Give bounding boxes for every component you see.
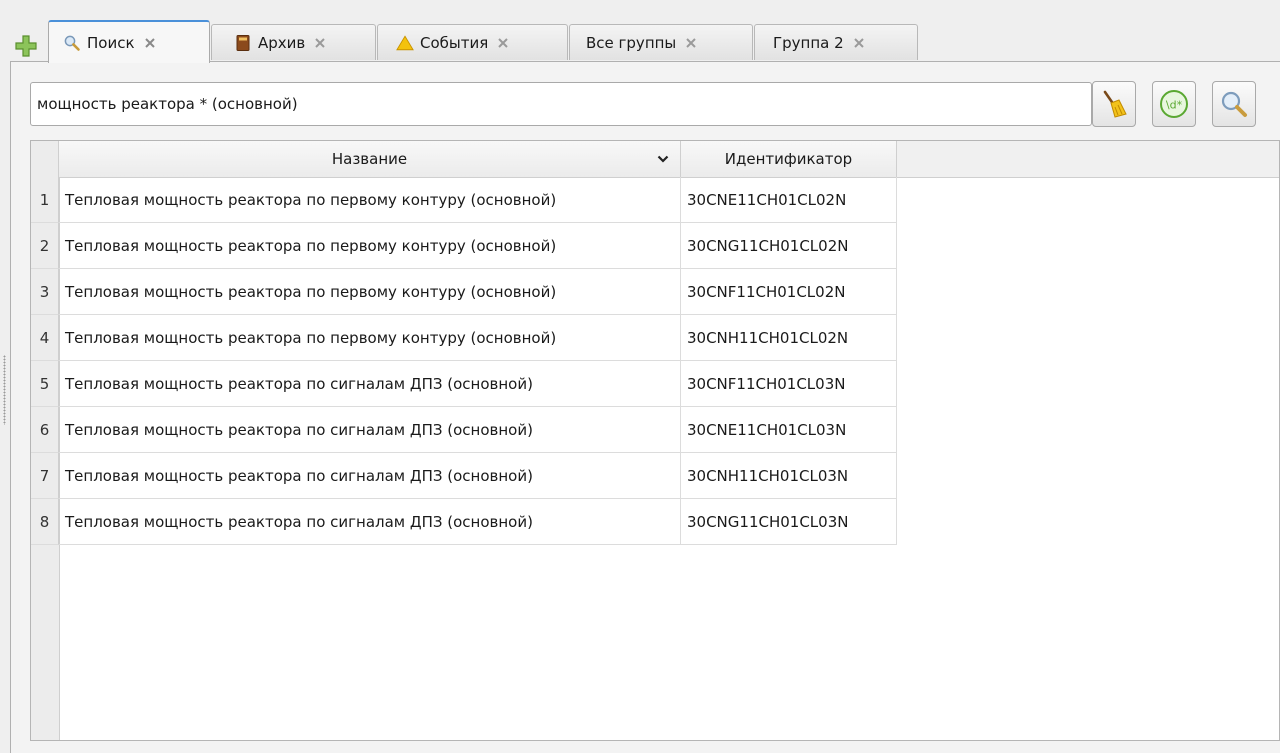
magnifier-icon [1221,91,1247,117]
cell-identifier[interactable]: 30CNH11CH01CL03N [681,453,897,499]
cell-name[interactable]: Тепловая мощность реактора по первому ко… [59,269,681,315]
row-number[interactable]: 8 [31,499,59,545]
broom-icon [1103,90,1127,118]
cell-identifier[interactable]: 30CNG11CH01CL03N [681,499,897,545]
cell-identifier[interactable]: 30CNE11CH01CL02N [681,177,897,223]
tab-label: Поиск [87,33,135,52]
cell-identifier[interactable]: 30CNG11CH01CL02N [681,223,897,269]
cell-name[interactable]: Тепловая мощность реактора по сигналам Д… [59,407,681,453]
cell-name[interactable]: Тепловая мощность реактора по первому ко… [59,223,681,269]
tab-all-groups[interactable]: Все группы [569,24,753,60]
row-number[interactable]: 3 [31,269,59,315]
cell-identifier[interactable]: 30CNE11CH01CL03N [681,407,897,453]
close-icon[interactable] [496,36,510,50]
app-window: Поиск Архив События Все группы Группа 2 … [0,0,1280,753]
row-number[interactable]: 5 [31,361,59,407]
cell-name[interactable]: Тепловая мощность реактора по сигналам Д… [59,453,681,499]
close-icon[interactable] [143,36,157,50]
tab-label: Все группы [586,33,677,52]
column-header-label: Идентификатор [724,150,853,168]
table-row[interactable]: 1 Тепловая мощность реактора по первому к… [31,177,897,223]
close-icon[interactable] [313,36,327,50]
tab-label: Архив [258,33,306,52]
table-row[interactable]: 2 Тепловая мощность реактора по первому к… [31,223,897,269]
plus-icon [15,35,37,57]
table-row[interactable]: 5 Тепловая мощность реактора по сигналам … [31,361,897,407]
cell-identifier[interactable]: 30CNF11CH01CL02N [681,269,897,315]
archive-book-icon [234,34,252,52]
cell-identifier[interactable]: 30CNH11CH01CL02N [681,315,897,361]
regex-button[interactable]: \d* [1152,81,1196,127]
column-header-name[interactable]: Название [59,141,681,177]
tab-label: События [420,33,489,52]
tab-search[interactable]: Поиск [48,20,210,63]
row-number[interactable]: 1 [31,177,59,223]
cell-name[interactable]: Тепловая мощность реактора по первому ко… [59,315,681,361]
table-row[interactable]: 7 Тепловая мощность реактора по сигналам … [31,453,897,499]
regex-icon: \d* [1160,90,1188,118]
warning-icon [396,34,414,52]
tab-events[interactable]: События [377,24,568,60]
table-corner[interactable] [31,141,59,177]
table-row[interactable]: 4 Тепловая мощность реактора по первому к… [31,315,897,361]
cell-name[interactable]: Тепловая мощность реактора по сигналам Д… [59,499,681,545]
chevron-down-icon [656,152,670,166]
tab-bar: Поиск Архив События Все группы Группа 2 [0,0,1280,63]
splitter-handle[interactable] [3,355,6,425]
tab-archive[interactable]: Архив [211,24,376,60]
tab-group-2[interactable]: Группа 2 [754,24,918,60]
row-number[interactable]: 7 [31,453,59,499]
table-header: Название Идентификатор [31,141,1279,178]
row-number[interactable]: 4 [31,315,59,361]
column-header-label: Название [331,150,408,168]
table-row[interactable]: 8 Тепловая мощность реактора по сигналам … [31,499,897,545]
close-icon[interactable] [684,36,698,50]
tab-label: Группа 2 [773,33,844,52]
column-header-id[interactable]: Идентификатор [681,141,897,177]
cell-identifier[interactable]: 30CNF11CH01CL03N [681,361,897,407]
clear-button[interactable] [1092,81,1136,127]
add-tab-button[interactable] [12,33,40,59]
search-button[interactable] [1212,81,1256,127]
results-table: Название Идентификатор 1 Тепловая мощност… [30,140,1280,741]
search-input[interactable] [30,82,1092,126]
row-number[interactable]: 2 [31,223,59,269]
row-number[interactable]: 6 [31,407,59,453]
cell-name[interactable]: Тепловая мощность реактора по первому ко… [59,177,681,223]
table-row[interactable]: 3 Тепловая мощность реактора по первому к… [31,269,897,315]
table-row[interactable]: 6 Тепловая мощность реактора по сигналам … [31,407,897,453]
close-icon[interactable] [852,36,866,50]
regex-glyph: \d* [1166,99,1183,112]
search-icon [63,34,81,52]
cell-name[interactable]: Тепловая мощность реактора по сигналам Д… [59,361,681,407]
